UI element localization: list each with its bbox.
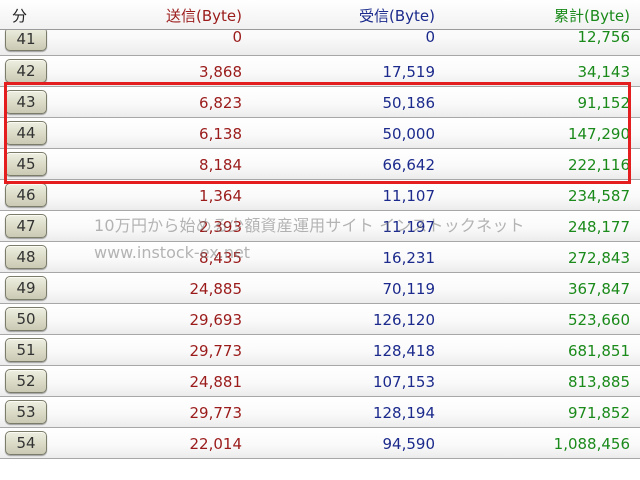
minute-button[interactable]: 50 — [5, 307, 47, 331]
received-value: 11,107 — [382, 187, 436, 205]
total-value: 272,843 — [567, 249, 630, 267]
table-row[interactable]: 49 24,885 70,119 367,847 — [0, 273, 640, 304]
total-value: 1,088,456 — [553, 435, 630, 453]
sent-value: 3,868 — [199, 63, 242, 81]
header-sent[interactable]: 送信(Byte) — [166, 7, 242, 25]
sent-value: 0 — [232, 28, 242, 46]
sent-value: 24,885 — [189, 280, 243, 298]
minute-button[interactable]: 44 — [5, 121, 47, 145]
table-row[interactable]: 51 29,773 128,418 681,851 — [0, 335, 640, 366]
table-row[interactable]: 43 6,823 50,186 91,152 — [0, 87, 640, 118]
minute-button[interactable]: 53 — [5, 400, 47, 424]
received-value: 50,186 — [382, 94, 436, 112]
table-row[interactable]: 42 3,868 17,519 34,143 — [0, 56, 640, 87]
total-value: 222,116 — [567, 156, 630, 174]
received-value: 128,194 — [372, 404, 435, 422]
total-value: 971,852 — [567, 404, 630, 422]
total-value: 681,851 — [567, 342, 630, 360]
received-value: 17,519 — [382, 63, 436, 81]
traffic-table: 分 送信(Byte) 受信(Byte) 累計(Byte) 41 0 0 12,756 4… — [0, 0, 640, 480]
total-value: 367,847 — [567, 280, 630, 298]
table-row[interactable]: 54 22,014 94,590 1,088,456 — [0, 428, 640, 459]
received-value: 107,153 — [372, 373, 435, 391]
watermark-url: www.instock-ex.net — [94, 243, 251, 262]
minute-button[interactable]: 43 — [5, 90, 47, 114]
table-header: 分 送信(Byte) 受信(Byte) 累計(Byte) — [0, 0, 640, 30]
minute-button[interactable]: 47 — [5, 214, 47, 238]
sent-value: 6,823 — [199, 94, 242, 112]
table-row[interactable]: 45 8,184 66,642 222,116 — [0, 149, 640, 180]
table-row[interactable]: 53 29,773 128,194 971,852 — [0, 397, 640, 428]
table-row[interactable]: 44 6,138 50,000 147,290 — [0, 118, 640, 149]
minute-button[interactable]: 51 — [5, 338, 47, 362]
sent-value: 8,184 — [199, 156, 242, 174]
received-value: 50,000 — [382, 125, 436, 143]
received-value: 70,119 — [382, 280, 436, 298]
received-value: 66,642 — [382, 156, 436, 174]
total-value: 523,660 — [567, 311, 630, 329]
sent-value: 1,364 — [199, 187, 242, 205]
header-minute[interactable]: 分 — [12, 7, 27, 25]
received-value: 16,231 — [382, 249, 436, 267]
minute-button[interactable]: 45 — [5, 152, 47, 176]
received-value: 128,418 — [372, 342, 435, 360]
table-row[interactable]: 50 29,693 126,120 523,660 — [0, 304, 640, 335]
total-value: 147,290 — [567, 125, 630, 143]
sent-value: 24,881 — [189, 373, 243, 391]
total-value: 34,143 — [577, 63, 631, 81]
minute-button[interactable]: 42 — [5, 59, 47, 83]
table-row[interactable]: 46 1,364 11,107 234,587 — [0, 180, 640, 211]
total-value: 813,885 — [567, 373, 630, 391]
sent-value: 29,693 — [189, 311, 243, 329]
total-value: 91,152 — [577, 94, 631, 112]
minute-button[interactable]: 41 — [5, 27, 47, 51]
header-received[interactable]: 受信(Byte) — [359, 7, 435, 25]
total-value: 248,177 — [567, 218, 630, 236]
header-total[interactable]: 累計(Byte) — [554, 7, 630, 25]
received-value: 0 — [425, 28, 435, 46]
minute-button[interactable]: 46 — [5, 183, 47, 207]
received-value: 94,590 — [382, 435, 436, 453]
total-value: 234,587 — [567, 187, 630, 205]
watermark-text: 10万円から始める少額資産運用サイト インストックネット — [94, 216, 525, 235]
table-row[interactable]: 52 24,881 107,153 813,885 — [0, 366, 640, 397]
sent-value: 6,138 — [199, 125, 242, 143]
received-value: 126,120 — [372, 311, 435, 329]
minute-button[interactable]: 54 — [5, 431, 47, 455]
sent-value: 29,773 — [189, 342, 243, 360]
sent-value: 29,773 — [189, 404, 243, 422]
total-value: 12,756 — [577, 28, 631, 46]
minute-button[interactable]: 52 — [5, 369, 47, 393]
minute-button[interactable]: 48 — [5, 245, 47, 269]
minute-button[interactable]: 49 — [5, 276, 47, 300]
sent-value: 22,014 — [189, 435, 243, 453]
